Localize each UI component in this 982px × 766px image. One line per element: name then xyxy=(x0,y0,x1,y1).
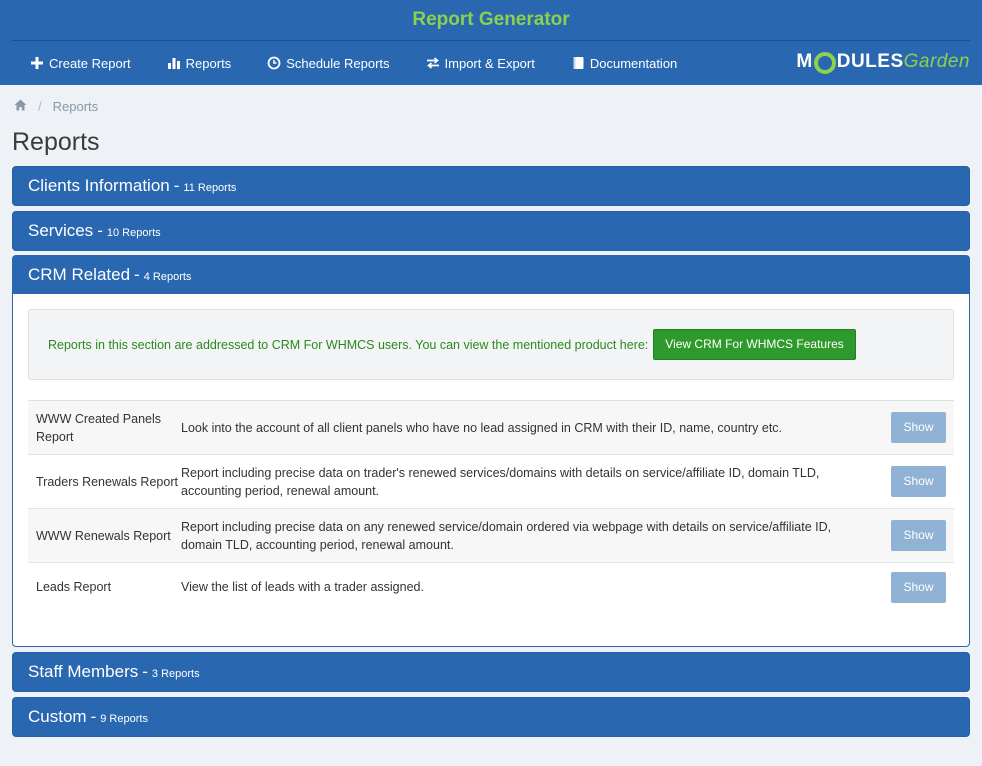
plus-icon xyxy=(30,56,44,70)
report-count: 9 Reports xyxy=(100,712,148,725)
report-count: 11 Reports xyxy=(183,181,237,194)
panel-title: Custom xyxy=(28,707,87,726)
nav-label: Import & Export xyxy=(444,55,535,71)
report-description: Report including precise data on trader'… xyxy=(181,465,820,498)
modulesgarden-logo: M DULES Garden xyxy=(796,51,970,74)
exchange-icon xyxy=(426,56,440,70)
panel-title: Clients Information xyxy=(28,176,170,195)
panel-body: Reports in this section are addressed to… xyxy=(13,294,969,626)
main-nav: Create Report Reports Schedule Reports I… xyxy=(12,40,970,85)
show-button[interactable]: Show xyxy=(891,412,946,443)
report-count: 10 Reports xyxy=(106,226,161,239)
nav-label: Create Report xyxy=(49,55,131,71)
report-description: View the list of leads with a trader ass… xyxy=(181,580,424,594)
panel-heading[interactable]: Services - 10 Reports xyxy=(13,212,969,250)
table-row: WWW Created Panels Report Look into the … xyxy=(28,401,954,455)
panel-heading[interactable]: CRM Related - 4 Reports xyxy=(13,256,969,294)
breadcrumb-current: Reports xyxy=(52,99,99,114)
panel-title: Staff Members xyxy=(28,662,139,681)
bar-chart-icon xyxy=(167,56,181,70)
report-name: WWW Created Panels Report xyxy=(36,411,162,444)
show-button[interactable]: Show xyxy=(891,466,946,497)
panel-heading[interactable]: Staff Members - 3 Reports xyxy=(13,653,969,691)
nav-schedule-reports[interactable]: Schedule Reports xyxy=(267,55,390,71)
panel-heading[interactable]: Custom - 9 Reports xyxy=(13,698,969,736)
report-name: Traders Renewals Report xyxy=(36,474,178,489)
show-button[interactable]: Show xyxy=(891,571,946,603)
panel-clients-information[interactable]: Clients Information - 11 Reports xyxy=(12,166,970,206)
nav-create-report[interactable]: Create Report xyxy=(30,56,131,71)
report-count: 4 Reports xyxy=(143,270,192,283)
crm-notice: Reports in this section are addressed to… xyxy=(28,309,954,380)
panel-staff-members[interactable]: Staff Members - 3 Reports xyxy=(12,652,970,692)
panel-services[interactable]: Services - 10 Reports xyxy=(12,211,970,251)
page-title: Reports xyxy=(12,128,100,156)
notice-text: Reports in this section are addressed to… xyxy=(48,337,649,352)
report-name: Leads Report xyxy=(36,580,112,594)
table-row: Leads Report View the list of leads with… xyxy=(28,563,954,611)
table-row: WWW Renewals Report Report including pre… xyxy=(28,509,954,563)
breadcrumb: / Reports xyxy=(14,99,98,114)
clock-icon xyxy=(267,56,281,70)
view-crm-features-button[interactable]: View CRM For WHMCS Features xyxy=(653,329,856,360)
show-button[interactable]: Show xyxy=(891,520,946,551)
app-header: Report Generator Create Report Reports S… xyxy=(0,0,982,85)
panel-crm-related: CRM Related - 4 Reports Reports in this … xyxy=(12,255,970,647)
report-description: Look into the account of all client pane… xyxy=(181,420,783,435)
nav-import-export[interactable]: Import & Export xyxy=(426,56,535,71)
nav-documentation[interactable]: Documentation xyxy=(571,56,677,71)
panel-custom[interactable]: Custom - 9 Reports xyxy=(12,697,970,737)
nav-label: Schedule Reports xyxy=(286,55,390,71)
table-row: Traders Renewals Report Report including… xyxy=(28,455,954,509)
panel-heading[interactable]: Clients Information - 11 Reports xyxy=(13,167,969,205)
book-icon xyxy=(571,56,585,70)
home-icon[interactable] xyxy=(14,99,27,114)
app-title: Report Generator xyxy=(412,9,570,30)
nav-label: Reports xyxy=(185,55,232,71)
report-description: Report including precise data on any ren… xyxy=(181,519,832,552)
breadcrumb-separator: / xyxy=(38,99,42,114)
nav-reports[interactable]: Reports xyxy=(167,55,232,71)
report-count: 3 Reports xyxy=(151,667,200,680)
report-name: WWW Renewals Report xyxy=(36,528,171,543)
nav-label: Documentation xyxy=(589,55,678,71)
panel-title: Services xyxy=(28,221,94,240)
reports-table: WWW Created Panels Report Look into the … xyxy=(28,400,954,611)
panel-title: CRM Related xyxy=(28,265,131,284)
